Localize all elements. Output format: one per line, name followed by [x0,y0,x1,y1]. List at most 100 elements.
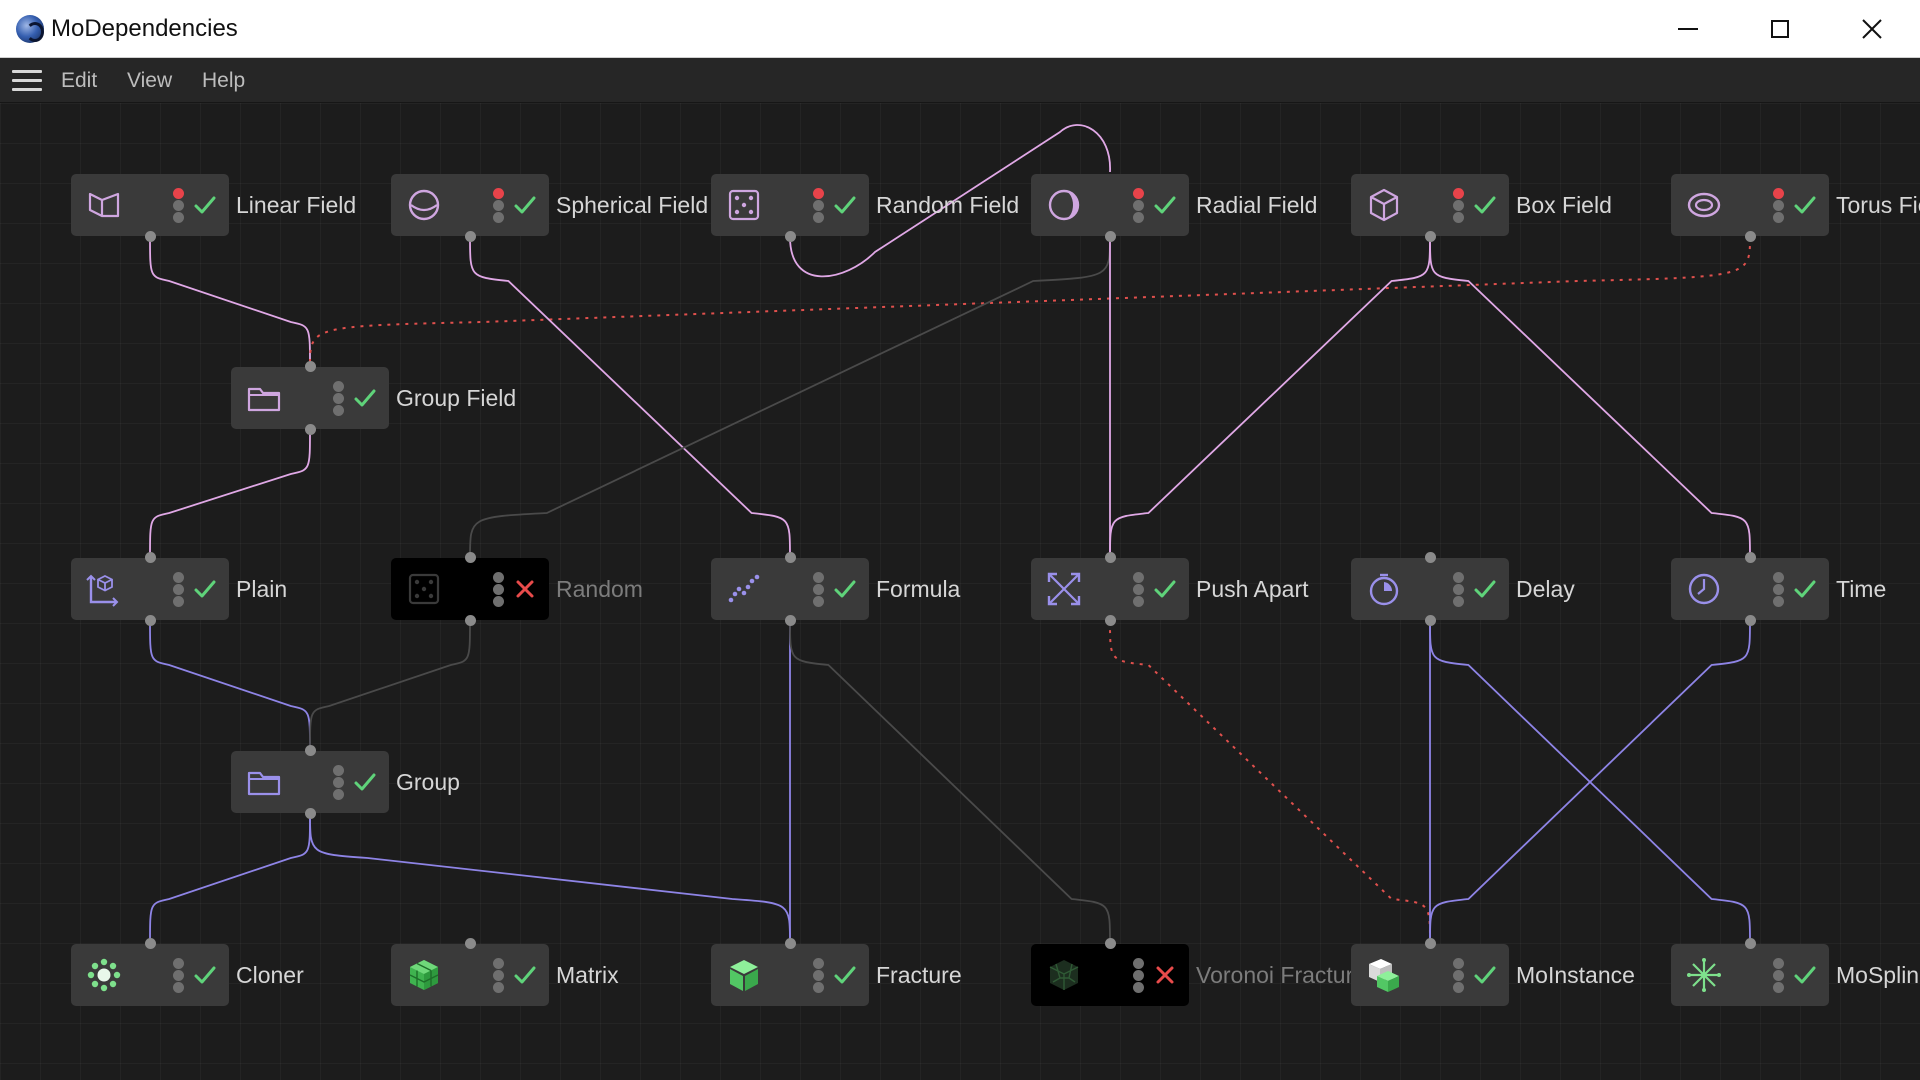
enabled-check-icon[interactable] [1151,575,1179,603]
enabled-check-icon[interactable] [191,961,219,989]
input-port[interactable] [145,938,156,949]
enabled-check-icon[interactable] [1471,575,1499,603]
node-box-field[interactable]: Box Field [1351,174,1612,242]
node-cloner[interactable]: Cloner [71,938,304,1006]
enabled-check-icon[interactable] [831,961,859,989]
output-port[interactable] [1745,231,1756,242]
enabled-check-icon[interactable] [1791,575,1819,603]
node-matrix[interactable]: Matrix [391,938,619,1006]
node-delay[interactable]: Delay [1351,552,1575,626]
disabled-x-icon[interactable] [511,575,539,603]
enabled-check-icon[interactable] [831,191,859,219]
enabled-check-icon[interactable] [191,575,219,603]
enabled-check-icon[interactable] [1791,961,1819,989]
input-port[interactable] [1425,938,1436,949]
node-group-field[interactable]: Group Field [231,361,516,435]
enabled-check-icon[interactable] [1791,191,1819,219]
node-menu-dots[interactable] [1453,188,1465,224]
enabled-check-icon[interactable] [1471,961,1499,989]
output-port[interactable] [1745,615,1756,626]
enabled-check-icon[interactable] [351,768,379,796]
output-port[interactable] [465,231,476,242]
node-radial-field[interactable]: Radial Field [1031,174,1317,242]
node-time[interactable]: Time [1671,552,1886,626]
node-formula[interactable]: Formula [711,552,960,626]
input-port[interactable] [305,745,316,756]
enabled-check-icon[interactable] [831,575,859,603]
window-title: MoDependencies [51,15,238,42]
node-menu-dots[interactable] [1773,958,1785,994]
input-port[interactable] [1745,938,1756,949]
node-menu-dots[interactable] [1773,188,1785,224]
node-linear-field[interactable]: Linear Field [71,174,356,242]
input-port[interactable] [465,552,476,563]
input-port[interactable] [1105,938,1116,949]
node-label: Fracture [876,962,962,988]
enabled-check-icon[interactable] [1151,191,1179,219]
node-menu-dots[interactable] [493,572,505,608]
node-menu-dots[interactable] [1133,188,1145,224]
output-port[interactable] [305,808,316,819]
menu-help[interactable]: Help [202,69,245,93]
node-menu-dots[interactable] [333,381,345,417]
node-random-field[interactable]: Random Field [711,174,1019,242]
menu-view[interactable]: View [127,69,172,93]
node-spherical-field[interactable]: Spherical Field [391,174,708,242]
node-torus-field[interactable]: Torus Fie [1671,174,1920,242]
menu-edit[interactable]: Edit [61,69,97,93]
output-port[interactable] [305,424,316,435]
close-button[interactable] [1826,0,1918,57]
node-graph-canvas[interactable]: Linear Field Spherical Field Random Field R… [0,103,1920,1080]
input-port[interactable] [785,552,796,563]
output-port[interactable] [1425,615,1436,626]
input-port[interactable] [785,938,796,949]
node-group[interactable]: Group [231,745,460,819]
node-menu-dots[interactable] [493,958,505,994]
input-port[interactable] [1105,552,1116,563]
node-menu-dots[interactable] [1453,958,1465,994]
output-port[interactable] [1105,615,1116,626]
input-port[interactable] [1425,552,1436,563]
hamburger-menu-icon[interactable] [12,70,42,92]
node-menu-dots[interactable] [333,765,345,801]
enabled-check-icon[interactable] [351,384,379,412]
node-menu-dots[interactable] [493,188,505,224]
node-menu-dots[interactable] [1133,572,1145,608]
output-port[interactable] [1425,231,1436,242]
output-port[interactable] [785,615,796,626]
output-port[interactable] [785,231,796,242]
minimize-button[interactable] [1642,0,1734,57]
node-mospline[interactable]: MoSplin [1671,938,1919,1006]
enabled-check-icon[interactable] [511,961,539,989]
node-voronoi-fracture[interactable]: Voronoi Fracture [1031,938,1366,1006]
output-port[interactable] [145,615,156,626]
output-port[interactable] [145,231,156,242]
disabled-x-icon[interactable] [1151,961,1179,989]
enabled-check-icon[interactable] [511,191,539,219]
maximize-button[interactable] [1734,0,1826,57]
enabled-check-icon[interactable] [1471,191,1499,219]
node-menu-dots[interactable] [173,958,185,994]
node-random[interactable]: Random [391,552,643,626]
delay-effector-icon [1365,570,1403,608]
input-port[interactable] [465,938,476,949]
node-menu-dots[interactable] [813,572,825,608]
output-port[interactable] [1105,231,1116,242]
output-port[interactable] [465,615,476,626]
node-menu-dots[interactable] [1773,572,1785,608]
node-push-apart[interactable]: Push Apart [1031,552,1309,626]
input-port[interactable] [1745,552,1756,563]
node-menu-dots[interactable] [1453,572,1465,608]
node-plain[interactable]: Plain [71,552,287,626]
input-port[interactable] [145,552,156,563]
node-menu-dots[interactable] [813,188,825,224]
node-menu-dots[interactable] [173,188,185,224]
node-menu-dots[interactable] [1133,958,1145,994]
node-fracture[interactable]: Fracture [711,938,962,1006]
node-menu-dots[interactable] [173,572,185,608]
input-port[interactable] [305,361,316,372]
node-menu-dots[interactable] [813,958,825,994]
enabled-check-icon[interactable] [191,191,219,219]
node-moinstance[interactable]: MoInstance [1351,938,1635,1006]
wire-group-field-to-plain [149,429,311,558]
